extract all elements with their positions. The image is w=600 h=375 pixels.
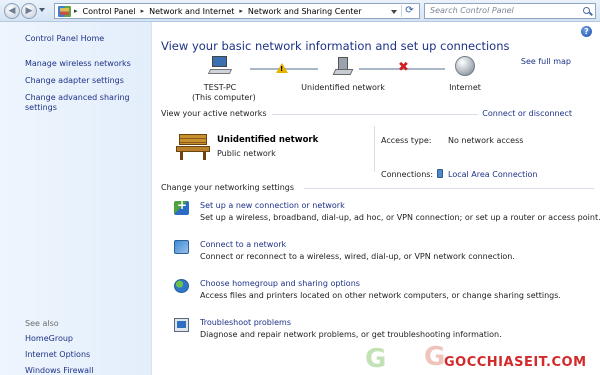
breadcrumb-network-and-internet[interactable]: Network and Internet: [149, 7, 234, 16]
homegroup-icon: [174, 279, 189, 293]
connections-label: Connections:: [381, 170, 434, 179]
connect-network-icon: [174, 240, 189, 254]
homegroup-sharing-desc: Access files and printers located on oth…: [200, 291, 561, 300]
breadcrumb-separator[interactable]: ▸: [141, 7, 145, 15]
troubleshoot-link[interactable]: Troubleshoot problems: [200, 318, 291, 327]
see-also-label: See also: [25, 319, 59, 328]
help-icon[interactable]: ?: [581, 26, 592, 37]
back-button[interactable]: ◀: [4, 3, 20, 19]
network-icon[interactable]: [332, 57, 354, 76]
access-type-value: No network access: [448, 136, 524, 145]
control-panel-icon: [58, 5, 71, 17]
breadcrumb-network-sharing-center[interactable]: Network and Sharing Center: [248, 7, 362, 16]
local-area-connection-link[interactable]: Local Area Connection: [448, 170, 538, 179]
change-advanced-sharing-link-cont[interactable]: settings: [25, 103, 57, 113]
control-panel-home-link[interactable]: Control Panel Home: [25, 34, 104, 44]
access-type-label: Access type:: [381, 136, 432, 145]
watermark-logo-g: G: [365, 344, 387, 374]
internet-options-link[interactable]: Internet Options: [25, 350, 90, 360]
computer-sub-text: (This computer): [192, 93, 256, 102]
recent-pages-dropdown[interactable]: [39, 8, 45, 12]
internet-label: Internet: [449, 83, 481, 92]
watermark: G G GOCCHIASEIT.COM: [360, 340, 600, 375]
manage-wireless-networks-link[interactable]: Manage wireless networks: [25, 59, 131, 69]
see-full-map-link[interactable]: See full map: [521, 57, 571, 66]
connect-to-network-link[interactable]: Connect to a network: [200, 240, 286, 249]
watermark-text: GOCCHIASEIT.COM: [444, 355, 587, 370]
computer-icon[interactable]: [207, 56, 233, 76]
divider: [304, 188, 594, 189]
troubleshoot-desc: Diagnose and repair network problems, or…: [200, 330, 502, 339]
change-advanced-sharing-link[interactable]: Change advanced sharing: [25, 93, 130, 103]
search-placeholder: Search Control Panel: [430, 6, 514, 15]
setup-connection-desc: Set up a wireless, broadband, dial-up, a…: [200, 213, 600, 222]
connect-or-disconnect-link[interactable]: Connect or disconnect: [482, 109, 572, 118]
computer-name-text: TEST-PC: [203, 83, 237, 92]
breadcrumb-control-panel[interactable]: Control Panel: [83, 7, 136, 16]
left-pane: Control Panel Home Manage wireless netwo…: [0, 22, 152, 375]
refresh-icon[interactable]: ⟳: [401, 5, 417, 17]
divider: [374, 126, 375, 172]
setup-connection-link[interactable]: Set up a new connection or network: [200, 201, 345, 210]
middle-node-label: Unidentified network: [301, 83, 385, 92]
search-icon[interactable]: [583, 7, 590, 14]
local-area-connection-icon: [437, 169, 443, 178]
watermark-logo-g: G: [424, 342, 446, 372]
page-title: View your basic network information and …: [161, 39, 510, 53]
divider: [272, 114, 478, 115]
breadcrumb-separator[interactable]: ▸: [74, 7, 78, 15]
windows-firewall-link[interactable]: Windows Firewall: [25, 366, 93, 375]
internet-globe-icon[interactable]: [455, 56, 475, 76]
public-network-bench-icon[interactable]: [176, 132, 210, 160]
warning-glyph: !: [280, 65, 284, 73]
connect-to-network-desc: Connect or reconnect to a wireless, wire…: [200, 252, 515, 261]
new-connection-icon: [174, 198, 189, 215]
computer-name: TEST-PC (This computer): [192, 83, 256, 103]
error-x-icon: ✖: [398, 60, 409, 75]
breadcrumb[interactable]: ▸ Control Panel ▸ Network and Internet ▸…: [54, 3, 420, 19]
breadcrumb-separator[interactable]: ▸: [239, 7, 243, 15]
warning-icon: !: [276, 63, 288, 73]
network-name: Unidentified network: [217, 135, 319, 145]
active-networks-header: View your active networks: [161, 109, 267, 118]
forward-button[interactable]: ▶: [21, 3, 37, 19]
search-input[interactable]: Search Control Panel: [424, 3, 596, 19]
change-settings-header: Change your networking settings: [161, 183, 295, 192]
change-adapter-settings-link[interactable]: Change adapter settings: [25, 76, 124, 86]
main-content: ? View your basic network information an…: [152, 22, 600, 375]
chevron-down-icon[interactable]: [391, 10, 397, 14]
troubleshoot-icon: [174, 318, 189, 332]
network-type-link[interactable]: Public network: [217, 149, 276, 158]
address-bar: ◀ ▶ ▸ Control Panel ▸ Network and Intern…: [0, 0, 600, 22]
homegroup-link[interactable]: HomeGroup: [25, 334, 73, 344]
homegroup-sharing-link[interactable]: Choose homegroup and sharing options: [200, 279, 360, 288]
